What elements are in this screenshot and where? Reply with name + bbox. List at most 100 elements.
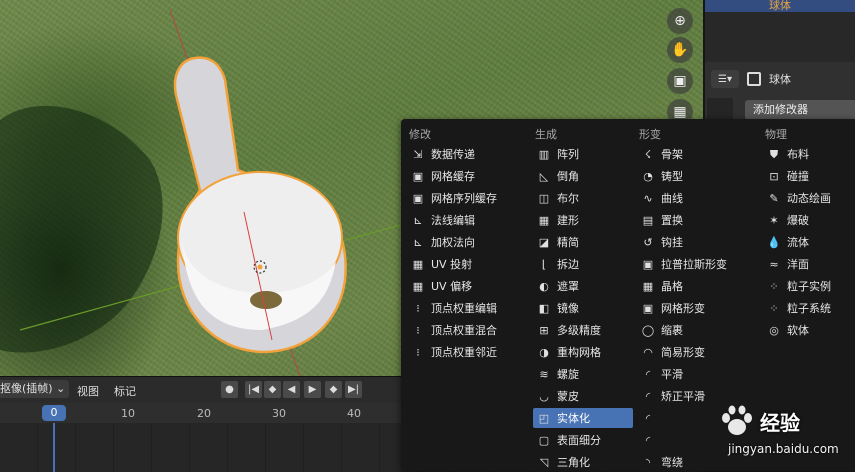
menu-item-remesh[interactable]: ◑ 重构网格 — [533, 342, 633, 362]
menu-item-label: 粒子系统 — [787, 302, 831, 315]
play-icon[interactable]: ▶ — [304, 381, 321, 398]
menu-item-bevel[interactable]: ◺ 倒角 — [533, 166, 633, 186]
timeline-menu-view[interactable]: 视图 — [77, 383, 99, 399]
menu-item-label: 碰撞 — [787, 170, 809, 183]
menu-item-mesh-cache[interactable]: ▣ 网格缓存 — [407, 166, 525, 186]
jump-end-icon[interactable]: ▶| — [345, 381, 362, 398]
menu-item-subdivision[interactable]: ▢ 表面细分 — [533, 430, 633, 450]
editor-type-dropdown[interactable]: ☰▾ — [711, 70, 739, 88]
menu-item-screw[interactable]: ≋ 螺旋 — [533, 364, 633, 384]
soft-body-icon: ◎ — [769, 323, 779, 337]
menu-item-dynamic-paint[interactable]: ✎ 动态绘画 — [763, 188, 851, 208]
screw-icon: ≋ — [539, 367, 549, 381]
hand-pan-icon[interactable]: ✋ — [667, 37, 693, 63]
menu-item-solidify[interactable]: ◰ 实体化 — [533, 408, 633, 428]
menu-item-vertex-weight-mix[interactable]: ⁝ 顶点权重混合 — [407, 320, 525, 340]
menu-item-label: 重构网格 — [557, 346, 601, 359]
hook-icon: ↺ — [643, 235, 653, 249]
menu-item-cast[interactable]: ◔ 铸型 — [637, 166, 755, 186]
menu-item-array[interactable]: ▥ 阵列 — [533, 144, 633, 164]
menu-item-lattice[interactable]: ▦ 晶格 — [637, 276, 755, 296]
menu-item-uv-project[interactable]: ▦ UV 投射 — [407, 254, 525, 274]
subdivision-icon: ▢ — [538, 433, 550, 447]
menu-item-mesh-deform[interactable]: ▣ 网格形变 — [637, 298, 755, 318]
camera-icon[interactable]: ▣ — [667, 68, 693, 94]
watermark-text: 经验 — [760, 410, 800, 435]
menu-item-shrinkwrap[interactable]: ◯ 缩裹 — [637, 320, 755, 340]
menu-item-boolean[interactable]: ◫ 布尔 — [533, 188, 633, 208]
timeline-menu-marker[interactable]: 标记 — [114, 383, 136, 399]
menu-item-edge-split[interactable]: ⌊ 拆边 — [533, 254, 633, 274]
paw-logo-icon — [722, 405, 752, 435]
menu-item-ocean[interactable]: ≈ 洋面 — [763, 254, 851, 274]
menu-item-hook[interactable]: ↺ 钩挂 — [637, 232, 755, 252]
fluid-icon: 💧 — [767, 235, 781, 249]
record-icon[interactable]: ● — [221, 381, 238, 398]
menu-item-laplacian-deform[interactable]: ▣ 拉普拉斯形变 — [637, 254, 755, 274]
menu-item-collision[interactable]: ⊡ 碰撞 — [763, 166, 851, 186]
menu-item-mesh-sequence-cache[interactable]: ▣ 网格序列缓存 — [407, 188, 525, 208]
menu-item-mask[interactable]: ◐ 遮罩 — [533, 276, 633, 296]
playhead[interactable] — [53, 423, 55, 472]
decimate-icon: ◪ — [538, 235, 550, 249]
menu-item-skin[interactable]: ◡ 蒙皮 — [533, 386, 633, 406]
menu-item-simple-deform[interactable]: ◠ 简易形变 — [637, 342, 755, 362]
surface-deform-icon: ◜ — [645, 433, 651, 447]
boolean-icon: ◫ — [538, 191, 550, 205]
menu-item-vertex-weight-proximity[interactable]: ⁝ 顶点权重邻近 — [407, 342, 525, 362]
menu-item-data-transfer[interactable]: ⇲ 数据传递 — [407, 144, 525, 164]
vertex-weight-proximity-icon: ⁝ — [416, 345, 420, 359]
zoom-icon[interactable]: ⊕ — [667, 8, 693, 34]
menu-item-label: 网格序列缓存 — [431, 192, 497, 205]
menu-item-particle-instance[interactable]: ⁘ 粒子实例 — [763, 276, 851, 296]
menu-item-normal-edit[interactable]: ⊾ 法线编辑 — [407, 210, 525, 230]
menu-item-explode[interactable]: ✶ 爆破 — [763, 210, 851, 230]
menu-item-triangulate[interactable]: ◹ 三角化 — [533, 452, 633, 472]
menu-item-soft-body[interactable]: ◎ 软体 — [763, 320, 851, 340]
play-reverse-icon[interactable]: ◀ — [283, 381, 300, 398]
menu-item-smooth[interactable]: ◜ 平滑 — [637, 364, 755, 384]
menu-item-particle-system[interactable]: ⁘ 粒子系统 — [763, 298, 851, 318]
menu-item-label: UV 偏移 — [431, 280, 473, 293]
menu-item-label: 螺旋 — [557, 368, 579, 381]
menu-item-label: 表面细分 — [557, 434, 601, 447]
menu-item-build[interactable]: ▦ 建形 — [533, 210, 633, 230]
displace-icon: ▤ — [642, 213, 654, 227]
menu-item-displace[interactable]: ▤ 置换 — [637, 210, 755, 230]
properties-header: ☰▾ 球体 — [711, 68, 855, 90]
menu-item-label: 布料 — [787, 148, 809, 161]
menu-item-curve[interactable]: ∿ 曲线 — [637, 188, 755, 208]
menu-item-label: 流体 — [787, 236, 809, 249]
menu-item-multiresolution[interactable]: ⊞ 多级精度 — [533, 320, 633, 340]
menu-item-label: 曲线 — [661, 192, 683, 205]
menu-item-armature[interactable]: ☇ 骨架 — [637, 144, 755, 164]
menu-item-label: 拆边 — [557, 258, 579, 271]
object-data-icon — [747, 72, 761, 86]
prev-keyframe-icon[interactable]: ◆ — [264, 381, 281, 398]
menu-item-label: 简易形变 — [661, 346, 705, 359]
curve-icon: ∿ — [643, 191, 653, 205]
vertex-weight-edit-icon: ⁝ — [416, 301, 420, 315]
keying-dropdown[interactable]: 抠像(插帧) ⌄ — [0, 380, 70, 398]
jump-start-icon[interactable]: |◀ — [245, 381, 262, 398]
menu-item-label: 镜像 — [557, 302, 579, 315]
menu-item-label: 网格形变 — [661, 302, 705, 315]
current-frame-indicator[interactable]: 0 — [42, 405, 66, 421]
build-icon: ▦ — [538, 213, 550, 227]
menu-item-fluid[interactable]: 💧 流体 — [763, 232, 851, 252]
next-keyframe-icon[interactable]: ◆ — [325, 381, 342, 398]
menu-item-mirror[interactable]: ◧ 镜像 — [533, 298, 633, 318]
menu-item-vertex-weight-edit[interactable]: ⁝ 顶点权重编辑 — [407, 298, 525, 318]
outliner-panel: 球体 — [703, 0, 855, 62]
simple-deform-icon: ◠ — [643, 345, 653, 359]
menu-item-weighted-normal[interactable]: ⊾ 加权法向 — [407, 232, 525, 252]
menu-item-label: 弯绕 — [661, 456, 683, 469]
menu-item-decimate[interactable]: ◪ 精简 — [533, 232, 633, 252]
menu-item-label: 缩裹 — [661, 324, 683, 337]
collision-icon: ⊡ — [769, 169, 779, 183]
multiresolution-icon: ⊞ — [539, 323, 549, 337]
menu-item-uv-warp[interactable]: ▦ UV 偏移 — [407, 276, 525, 296]
menu-item-cloth[interactable]: ⛊ 布料 — [763, 144, 851, 164]
add-modifier-button[interactable]: 添加修改器 — [745, 100, 855, 120]
outliner-row-selected[interactable]: 球体 — [705, 0, 855, 12]
